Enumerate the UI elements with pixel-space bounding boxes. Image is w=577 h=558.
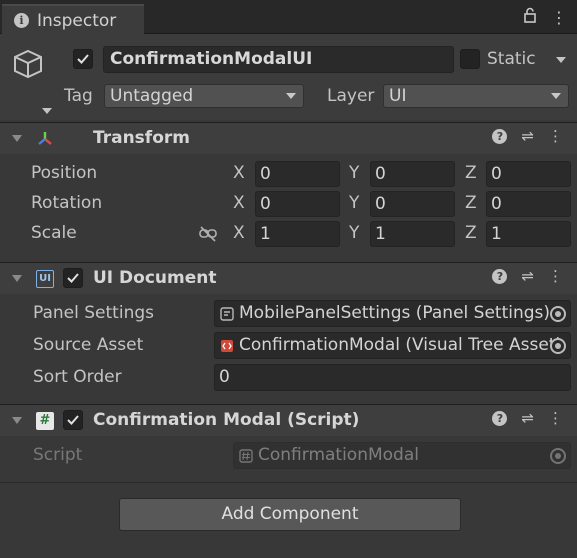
script-enabled-checkbox[interactable] xyxy=(63,410,83,430)
rotation-z-field[interactable]: 0 xyxy=(486,191,571,217)
foldout-arrow-icon[interactable] xyxy=(12,135,22,142)
component-divider xyxy=(0,482,577,483)
presets-icon[interactable]: ⇌ xyxy=(521,129,534,144)
gameobject-icon-dropdown[interactable] xyxy=(42,108,52,114)
script-component-title: Confirmation Modal (Script) xyxy=(93,410,360,430)
csharp-script-icon xyxy=(239,449,253,463)
script-value: ConfirmationModal xyxy=(258,445,419,465)
help-icon[interactable]: ? xyxy=(492,129,508,144)
position-x-field[interactable]: 0 xyxy=(255,161,340,187)
axis-z-label: Z xyxy=(465,163,477,183)
static-checkbox[interactable] xyxy=(460,49,480,69)
layer-dropdown[interactable]: UI xyxy=(383,84,569,108)
object-picker-icon[interactable] xyxy=(550,338,566,354)
rotation-label: Rotation xyxy=(31,193,103,213)
panel-settings-label: Panel Settings xyxy=(33,303,154,323)
csharp-script-icon: # xyxy=(36,412,54,430)
checkmark-icon xyxy=(67,415,79,425)
foldout-arrow-icon[interactable] xyxy=(12,275,22,282)
presets-icon[interactable]: ⇌ xyxy=(521,411,534,426)
layer-label: Layer xyxy=(327,86,375,106)
object-picker-icon xyxy=(550,448,566,464)
transform-axes-icon xyxy=(38,132,52,145)
source-asset-label: Source Asset xyxy=(33,335,144,355)
presets-icon[interactable]: ⇌ xyxy=(521,269,534,284)
panel-settings-value: MobilePanelSettings (Panel Settings) xyxy=(239,303,551,323)
checkmark-icon xyxy=(77,54,89,64)
scale-y-field[interactable]: 1 xyxy=(370,221,455,247)
ui-document-icon: UI xyxy=(36,270,54,288)
ui-document-enabled-checkbox[interactable] xyxy=(63,268,83,288)
gameobject-name-field[interactable]: ConfirmationModalUI xyxy=(103,46,454,73)
script-label: Script xyxy=(33,445,83,465)
scale-x-field[interactable]: 1 xyxy=(255,221,340,247)
source-asset-field[interactable]: ConfirmationModal (Visual Tree Asset) xyxy=(214,332,571,359)
checkmark-icon xyxy=(67,273,79,283)
axis-y-label: Y xyxy=(349,163,360,183)
help-icon[interactable]: ? xyxy=(492,269,508,284)
axis-x-label: X xyxy=(233,163,245,183)
inspector-tabbar: i Inspector ⋮ xyxy=(0,0,577,35)
foldout-arrow-icon[interactable] xyxy=(12,417,22,424)
constrain-proportions-icon[interactable] xyxy=(198,225,218,243)
scale-z-field[interactable]: 1 xyxy=(486,221,571,247)
active-checkbox[interactable] xyxy=(73,49,93,69)
tag-label: Tag xyxy=(64,86,93,106)
static-dropdown-arrow[interactable] xyxy=(556,57,566,63)
script-field: ConfirmationModal xyxy=(233,442,571,469)
tag-dropdown[interactable]: Untagged xyxy=(104,84,304,108)
axis-x-label: X xyxy=(233,193,245,213)
info-icon: i xyxy=(14,13,29,28)
inspector-tab[interactable]: i Inspector xyxy=(2,4,144,35)
transform-header[interactable]: Transform ? ⇌ ⋮ xyxy=(0,122,577,154)
script-component-header[interactable]: # Confirmation Modal (Script) ? ⇌ ⋮ xyxy=(0,404,577,436)
static-label: Static xyxy=(487,49,536,69)
ui-document-title: UI Document xyxy=(93,268,217,288)
lock-icon[interactable] xyxy=(523,7,537,27)
panel-settings-field[interactable]: MobilePanelSettings (Panel Settings) xyxy=(214,300,571,327)
position-label: Position xyxy=(31,163,98,183)
source-asset-value: ConfirmationModal (Visual Tree Asset) xyxy=(239,335,563,355)
more-vertical-icon[interactable]: ⋮ xyxy=(551,8,567,27)
gameobject-cube-icon[interactable] xyxy=(12,48,44,80)
axis-y-label: Y xyxy=(349,223,360,243)
axis-x-label: X xyxy=(233,223,245,243)
rotation-x-field[interactable]: 0 xyxy=(255,191,340,217)
scale-label: Scale xyxy=(31,223,77,243)
more-vertical-icon[interactable]: ⋮ xyxy=(548,269,563,284)
rotation-y-field[interactable]: 0 xyxy=(370,191,455,217)
more-vertical-icon[interactable]: ⋮ xyxy=(548,129,563,144)
axis-z-label: Z xyxy=(465,193,477,213)
visual-tree-asset-icon xyxy=(221,340,233,352)
object-picker-icon[interactable] xyxy=(550,306,566,322)
add-component-button[interactable]: Add Component xyxy=(119,498,461,531)
position-y-field[interactable]: 0 xyxy=(370,161,455,187)
panel-settings-asset-icon xyxy=(220,307,234,321)
more-vertical-icon[interactable]: ⋮ xyxy=(548,411,563,426)
ui-document-header[interactable]: UI UI Document ? ⇌ ⋮ xyxy=(0,262,577,294)
sort-order-label: Sort Order xyxy=(33,367,122,387)
transform-title: Transform xyxy=(93,128,190,148)
position-z-field[interactable]: 0 xyxy=(486,161,571,187)
axis-z-label: Z xyxy=(465,223,477,243)
axis-y-label: Y xyxy=(349,193,360,213)
sort-order-field[interactable]: 0 xyxy=(214,364,571,391)
inspector-tab-label: Inspector xyxy=(37,10,117,31)
help-icon[interactable]: ? xyxy=(492,411,508,426)
